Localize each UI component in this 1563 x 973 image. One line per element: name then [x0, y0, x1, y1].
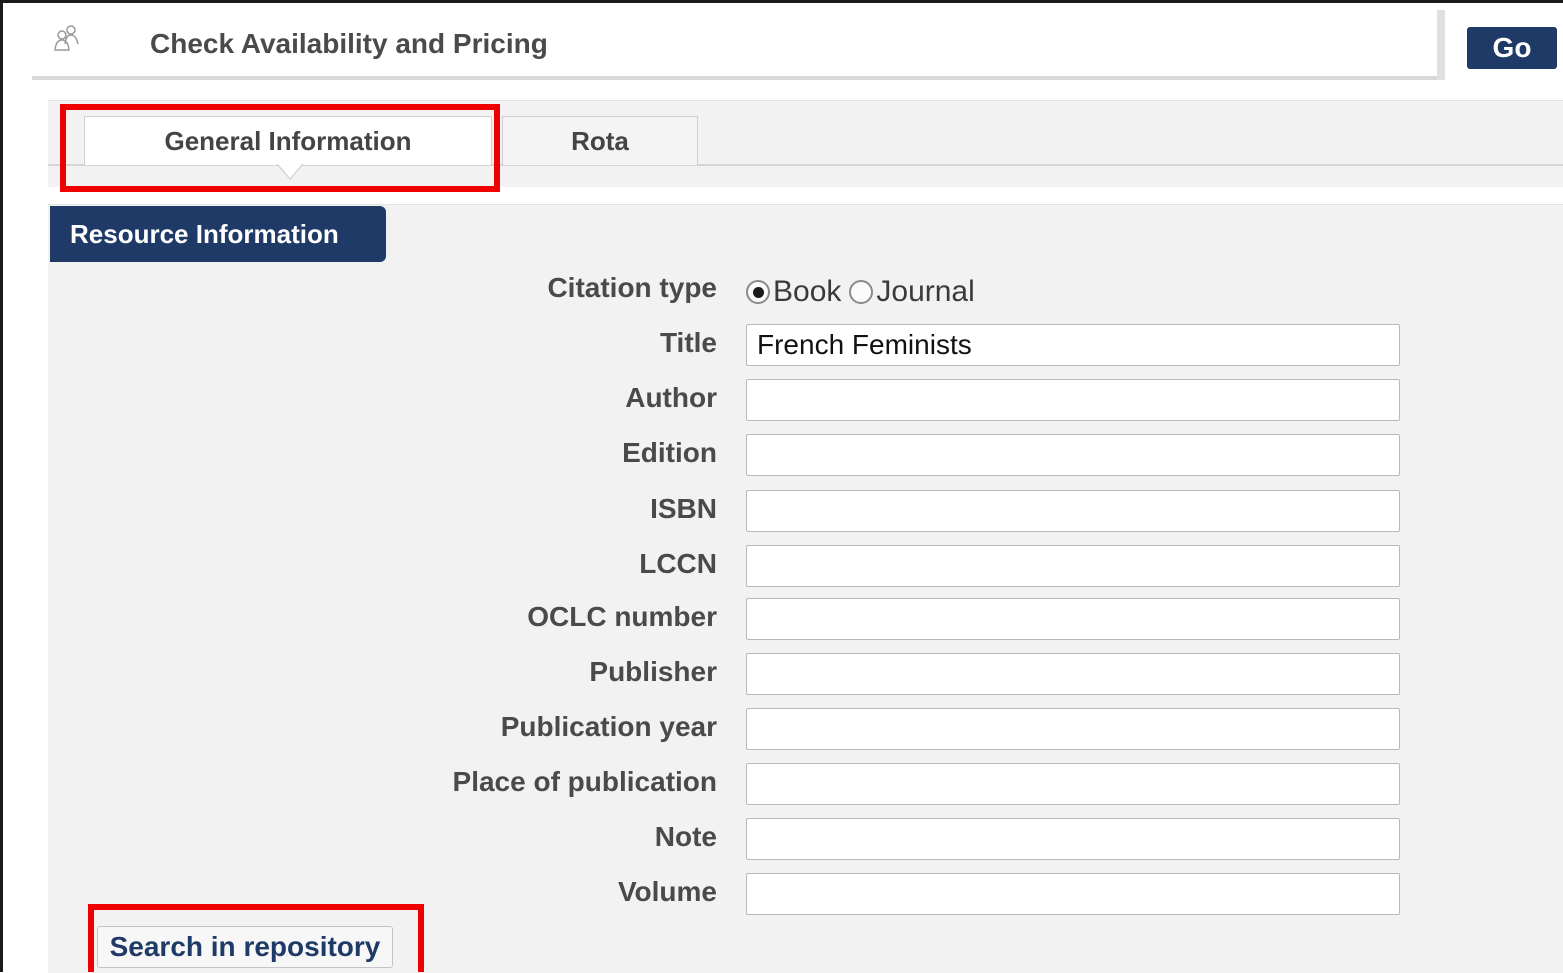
window-border-top	[0, 0, 1563, 3]
users-icon	[52, 24, 82, 54]
author-field[interactable]	[746, 379, 1400, 421]
active-tab-pointer-fill	[278, 164, 302, 178]
oclc-number-field[interactable]	[746, 598, 1400, 640]
tab-rota[interactable]: Rota	[502, 116, 698, 165]
title-field[interactable]	[746, 324, 1400, 366]
citation-type-radio-group: Book Journal	[746, 272, 983, 312]
isbn-field[interactable]	[746, 490, 1400, 532]
radio-journal-label[interactable]: Journal	[876, 275, 974, 309]
publisher-field[interactable]	[746, 653, 1400, 695]
section-header-resource-information: Resource Information	[50, 206, 386, 262]
page-title: Check Availability and Pricing	[150, 28, 548, 59]
publisher-label: Publisher	[589, 656, 717, 687]
note-label: Note	[654, 821, 717, 852]
radio-book[interactable]	[746, 280, 770, 304]
place-of-publication-label: Place of publication	[452, 766, 717, 797]
citation-type-label: Citation type	[547, 272, 717, 303]
place-of-publication-field[interactable]	[746, 763, 1400, 805]
tab-general-information[interactable]: General Information	[84, 116, 492, 165]
edition-field[interactable]	[746, 434, 1400, 476]
volume-field[interactable]	[746, 873, 1400, 915]
author-label: Author	[625, 382, 717, 413]
oclc-number-label: OCLC number	[527, 601, 717, 632]
volume-label: Volume	[617, 876, 717, 907]
title-label: Title	[659, 327, 717, 358]
lccn-label: LCCN	[639, 548, 717, 579]
search-in-repository-button[interactable]: Search in repository	[97, 926, 393, 968]
edition-label: Edition	[622, 437, 717, 468]
lccn-field[interactable]	[746, 545, 1400, 587]
header-separator	[1437, 10, 1445, 80]
publication-year-label: Publication year	[500, 711, 717, 742]
publication-year-field[interactable]	[746, 708, 1400, 750]
page-header: Check Availability and Pricing	[32, 10, 1437, 76]
radio-book-label[interactable]: Book	[773, 275, 841, 309]
window-border-left	[0, 0, 3, 972]
radio-journal[interactable]	[849, 280, 874, 304]
go-button[interactable]: Go	[1467, 27, 1557, 69]
isbn-label: ISBN	[650, 493, 717, 524]
note-field[interactable]	[746, 818, 1400, 860]
header-divider	[32, 76, 1437, 80]
